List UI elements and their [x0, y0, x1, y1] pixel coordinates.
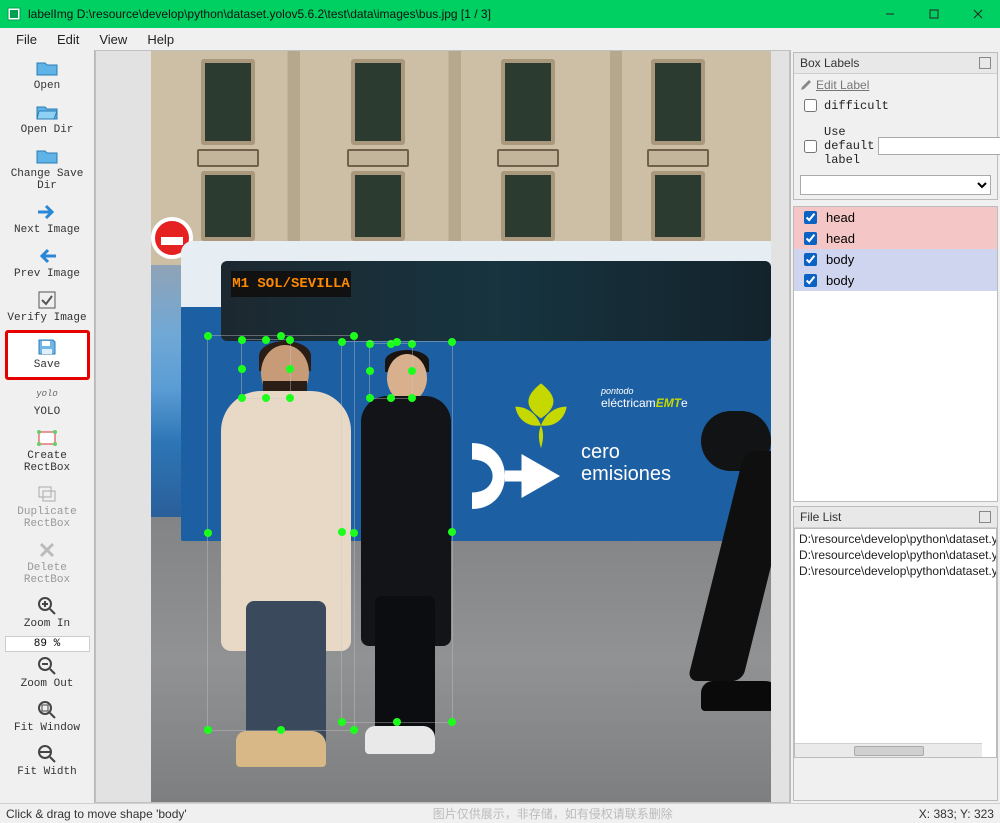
horizontal-scrollbar[interactable] — [795, 743, 982, 757]
file-list-title: File List — [794, 507, 997, 528]
menu-view[interactable]: View — [89, 30, 137, 49]
image[interactable]: M1 SOL/SEVILLA pontodo eléctricamEMTe ce… — [151, 51, 771, 803]
minimize-button[interactable] — [868, 0, 912, 28]
prev-image-button[interactable]: Prev Image — [5, 242, 90, 286]
pencil-icon — [800, 79, 812, 91]
label-checkbox[interactable] — [804, 253, 817, 266]
menu-bar: File Edit View Help — [0, 28, 1000, 50]
verify-image-button[interactable]: Verify Image — [5, 286, 90, 330]
file-row[interactable]: D:\resource\develop\python\dataset.yolov… — [799, 531, 992, 547]
zoom-in-icon — [5, 594, 90, 618]
next-image-button[interactable]: Next Image — [5, 198, 90, 242]
menu-help[interactable]: Help — [137, 30, 184, 49]
change-save-dir-button[interactable]: Change Save Dir — [5, 142, 90, 198]
bus-destination: M1 SOL/SEVILLA — [231, 271, 351, 297]
fit-width-button[interactable]: Fit Width — [5, 740, 90, 784]
bus-slogan: cero emisiones — [581, 441, 671, 485]
app-icon — [6, 6, 22, 22]
menu-file[interactable]: File — [6, 30, 47, 49]
default-label-input[interactable] — [878, 137, 1000, 155]
checkbox-icon — [5, 288, 90, 312]
difficult-checkbox[interactable]: difficult — [800, 96, 991, 115]
scene-person-3 — [691, 411, 771, 731]
left-toolbar: Open Open Dir Change Save Dir Next Image… — [0, 50, 95, 803]
open-folder-icon — [5, 56, 90, 80]
save-icon — [8, 335, 87, 359]
label-text: body — [826, 273, 854, 288]
label-checkbox[interactable] — [804, 232, 817, 245]
label-row[interactable]: body — [794, 249, 997, 270]
undock-icon[interactable] — [979, 511, 991, 523]
format-small-label: yolo — [5, 382, 90, 406]
status-coordinates: X: 383; Y: 323 — [919, 807, 994, 821]
fit-window-button[interactable]: Fit Window — [5, 696, 90, 740]
zoom-out-button[interactable]: Zoom Out — [5, 652, 90, 696]
label-combo[interactable] — [800, 175, 991, 195]
label-checkbox[interactable] — [804, 211, 817, 224]
label-text: head — [826, 210, 855, 225]
fit-width-icon — [5, 742, 90, 766]
label-checkbox[interactable] — [804, 274, 817, 287]
bbox-body-2[interactable] — [341, 341, 453, 723]
zoom-in-button[interactable]: Zoom In — [5, 592, 90, 636]
file-row[interactable]: D:\resource\develop\python\dataset.yolov… — [799, 547, 992, 563]
label-list[interactable]: head head body body — [793, 206, 998, 502]
fit-window-icon — [5, 698, 90, 722]
status-center: 图片仅供展示，非存储，如有侵权请联系删除 — [433, 805, 673, 822]
right-panel: Box Labels Edit Label difficult Use defa… — [790, 50, 1000, 803]
arrow-right-icon — [5, 200, 90, 224]
format-button[interactable]: yolo YOLO — [5, 380, 90, 424]
file-list[interactable]: D:\resource\develop\python\dataset.yolov… — [794, 528, 997, 758]
undock-icon[interactable] — [979, 57, 991, 69]
status-bar: Click & drag to move shape 'body' 图片仅供展示… — [0, 803, 1000, 823]
create-rectbox-button[interactable]: Create RectBox — [5, 424, 90, 480]
bbox-body-1[interactable] — [207, 335, 355, 731]
menu-edit[interactable]: Edit — [47, 30, 89, 49]
box-labels-title: Box Labels — [794, 53, 997, 74]
delete-rectbox-button[interactable]: Delete RectBox — [5, 536, 90, 592]
close-button[interactable] — [956, 0, 1000, 28]
image-canvas[interactable]: M1 SOL/SEVILLA pontodo eléctricamEMTe ce… — [95, 50, 790, 803]
change-dir-icon — [5, 144, 90, 168]
zoom-out-icon — [5, 654, 90, 678]
label-text: body — [826, 252, 854, 267]
file-row[interactable]: D:\resource\develop\python\dataset.yolov… — [799, 563, 992, 579]
maximize-button[interactable] — [912, 0, 956, 28]
label-text: head — [826, 231, 855, 246]
duplicate-rectbox-button[interactable]: Duplicate RectBox — [5, 480, 90, 536]
zoom-value-input[interactable]: 89 % — [5, 636, 90, 652]
label-row[interactable]: head — [794, 228, 997, 249]
delete-icon — [5, 538, 90, 562]
duplicate-icon — [5, 482, 90, 506]
edit-label-button[interactable]: Edit Label — [800, 78, 991, 92]
label-row[interactable]: head — [794, 207, 997, 228]
use-default-label-checkbox[interactable]: Use default label — [800, 125, 991, 167]
status-hint: Click & drag to move shape 'body' — [6, 807, 187, 821]
title-bar: labelImg D:\resource\develop\python\data… — [0, 0, 1000, 28]
open-dir-icon — [5, 100, 90, 124]
open-dir-button[interactable]: Open Dir — [5, 98, 90, 142]
open-button[interactable]: Open — [5, 54, 90, 98]
rectbox-icon — [5, 426, 90, 450]
scene-building — [151, 51, 771, 265]
arrow-left-icon — [5, 244, 90, 268]
save-button[interactable]: Save — [5, 330, 90, 380]
label-row[interactable]: body — [794, 270, 997, 291]
window-title: labelImg D:\resource\develop\python\data… — [28, 7, 868, 21]
